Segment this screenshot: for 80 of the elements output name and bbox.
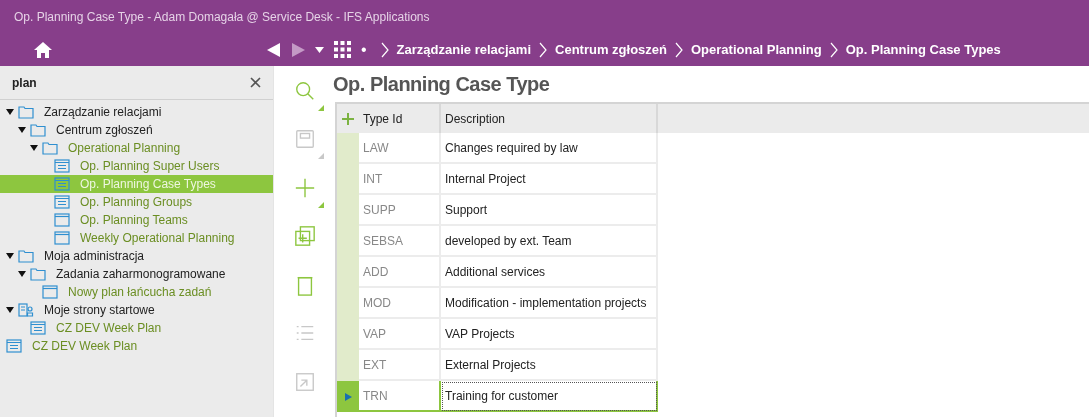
table-cell: Support [441,195,658,226]
chevron-icon [380,41,389,58]
table-cell: INT [359,164,441,195]
list-window-icon [30,321,46,335]
table-cell: MOD [359,288,441,319]
list-window-icon [54,177,70,191]
expanded-icon[interactable] [30,145,38,151]
tree-label[interactable]: Zadania zaharmonogramowane [56,265,226,283]
add-icon[interactable] [293,176,316,199]
folder-icon [30,267,46,281]
table-cell: External Projects [441,350,658,381]
table-cell: SEBSA [359,226,441,257]
folder-icon [18,249,34,263]
start-page-icon [18,303,34,317]
list-window-icon [6,339,22,353]
add-icon[interactable] [342,112,354,125]
table-cell: ADD [359,257,441,288]
window-title: Op. Planning Case Type - Adam Domagała @ Service Desk - IFS Applications [14,8,430,26]
table-cell: LAW [359,133,441,164]
row-header[interactable] [337,381,359,412]
column-header[interactable]: Type Id [359,104,441,133]
search-field[interactable]: plan [12,73,212,92]
dropdown-icon[interactable] [315,46,324,53]
apps-grid-icon[interactable] [334,41,351,58]
table-cell: Modification - implementation projects [441,288,658,319]
tree-label: Weekly Operational Planning [80,230,235,247]
column-header[interactable]: Description [441,104,658,133]
table-cell: Internal Project [441,164,658,195]
tree-label: Op. Planning Teams [80,212,188,229]
breadcrumb-link[interactable]: Zarządzanie relacjami [396,39,531,60]
menu-corner-icon[interactable] [317,201,324,208]
table-cell: Additional services [441,257,658,288]
close-icon[interactable] [250,77,262,88]
folder-icon [30,123,46,137]
breadcrumb-link[interactable]: Operational Planning [691,39,822,60]
table-cell: SUPP [359,195,441,226]
window-icon [42,285,58,299]
chevron-icon [829,41,838,58]
table-cell: Changes required by law [441,133,658,164]
table-cell: EXT [359,350,441,381]
table-cell: developed by ext. Team [441,226,658,257]
table-cell: Training for customer [441,381,658,412]
table-cell: TRN [359,381,441,412]
tree-label: Op. Planning Case Types [80,176,216,193]
list-window-icon [54,159,70,173]
home-icon[interactable] [33,40,53,59]
expanded-icon[interactable] [6,253,14,259]
breadcrumb-link[interactable]: Centrum zgłoszeń [555,39,667,60]
tree-label: CZ DEV Week Plan [32,338,138,355]
menu-corner-icon[interactable] [317,105,324,111]
table-cell: VAP [359,319,441,350]
back-icon[interactable] [267,42,281,57]
list-window-icon [54,195,70,209]
duplicate-icon[interactable] [293,225,316,248]
search-icon[interactable] [293,80,316,102]
tree-label[interactable]: Moje strony startowe [44,301,155,319]
expanded-icon[interactable] [6,109,14,115]
forward-icon[interactable] [291,42,305,57]
menu-corner-icon[interactable] [317,153,324,160]
expanded-icon[interactable] [18,127,26,133]
menu-glyph[interactable]: • [361,41,367,58]
page-title: Op. Planning Case Type [333,72,551,97]
chevron-icon [539,41,547,58]
tree-label[interactable]: Moja administracja [44,247,145,265]
folder-icon [18,105,34,119]
tree-label: Op. Planning Groups [80,194,193,211]
tree-label[interactable]: Zarządzanie relacjami [44,103,162,121]
expanded-icon[interactable] [6,307,14,313]
folder-icon [42,141,58,155]
table-cell: VAP Projects [441,319,658,350]
tree-label: Op. Planning Super Users [80,158,220,175]
window-icon [54,213,70,227]
tree-label: CZ DEV Week Plan [56,320,162,337]
current-row-icon [344,392,352,401]
breadcrumb-link[interactable]: Op. Planning Case Types [845,39,1001,60]
expanded-icon[interactable] [18,271,26,277]
tree-label: Nowy plan łańcucha zadań [68,284,212,301]
chevron-icon [675,41,683,58]
tree-label[interactable]: Centrum zgłoszeń [56,121,153,139]
window-icon [54,231,70,245]
